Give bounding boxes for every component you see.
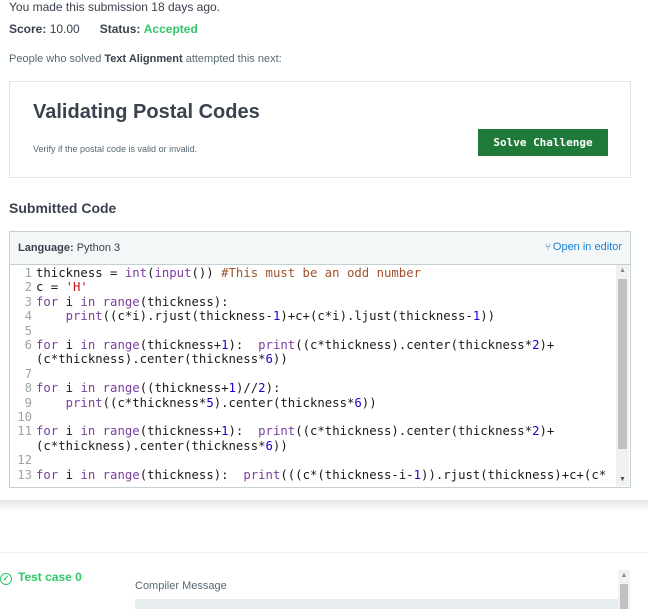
code-line: 9 print((c*thickness*5).center(thickness… [12, 396, 616, 410]
code-line-text: c = 'H' [36, 280, 88, 295]
line-number: 6 [24, 338, 32, 353]
code-line-text: print((c*thickness*5).center(thickness*6… [65, 395, 377, 410]
branch-icon: ⑂ [544, 242, 551, 253]
code-line: 7 [12, 367, 616, 381]
code-line: 13 for i in range(thickness): print(((c*(… [12, 468, 616, 482]
code-line-text: print((c*i).rjust(thickness-1)+c+(c*i).l… [65, 309, 496, 324]
solve-challenge-button[interactable]: Solve Challenge [478, 129, 608, 156]
line-number: 10 [17, 410, 32, 425]
code-viewer-header: Language: Python 3 ⑂ Open in editor [10, 232, 630, 265]
code-line: 8 for i in range((thickness+1)//2): [12, 381, 616, 395]
next-prefix: People who solved [9, 53, 102, 65]
code-line: (thickness-i-1)).ljust(thickness)).rjust… [12, 482, 616, 483]
code-line-text: for i in range(thickness): print(((c*(th… [36, 467, 607, 482]
line-number: 2 [24, 280, 32, 295]
open-in-editor-link[interactable]: ⑂ Open in editor [545, 241, 622, 253]
code-line: 10 [12, 410, 616, 424]
code-scrollbar[interactable]: ▲ ▼ [616, 265, 629, 486]
code-area[interactable]: 1 thickness = int(input()) #This must be … [12, 266, 616, 483]
open-in-editor-label: Open in editor [552, 241, 622, 253]
code-line: 3 for i in range(thickness): [12, 295, 616, 309]
code-line: 5 [12, 324, 616, 338]
submitted-code-heading: Submitted Code [9, 200, 117, 216]
compiler-message-label: Compiler Message [135, 580, 227, 592]
code-line-text: (thickness-i-1)).ljust(thickness)).rjust… [36, 482, 436, 483]
line-number: 4 [24, 309, 32, 324]
line-number: 9 [24, 395, 32, 410]
line-number: 3 [24, 294, 32, 309]
line-number: 7 [24, 366, 32, 381]
score-value: 10.00 [49, 22, 80, 36]
section-divider [0, 500, 648, 512]
scroll-thumb[interactable] [620, 584, 628, 609]
code-line: 2 c = 'H' [12, 280, 616, 294]
code-line: 12 [12, 453, 616, 467]
code-line: 1 thickness = int(input()) #This must be … [12, 266, 616, 280]
scroll-up-arrow-icon[interactable]: ▲ [616, 265, 629, 277]
code-line: (c*thickness).center(thickness*6)) [12, 439, 616, 453]
test-results-panel: ✓ Test case 0 Compiler Message ▲ [0, 552, 648, 609]
score-line: Score: 10.00 Status: Accepted [9, 22, 198, 36]
language-value: Python 3 [76, 242, 121, 254]
language-label-text: Language: [18, 242, 74, 254]
challenge-title[interactable]: Validating Postal Codes [33, 101, 260, 124]
next-suffix: attempted this next: [185, 53, 282, 65]
code-viewer: Language: Python 3 ⑂ Open in editor 1 thic… [9, 231, 631, 488]
solved-challenge-name: Text Alignment [104, 53, 183, 65]
line-number: 11 [17, 424, 32, 439]
line-number: 5 [24, 323, 32, 338]
scroll-up-arrow-icon[interactable]: ▲ [618, 570, 630, 582]
line-number: 12 [17, 453, 32, 468]
code-line: (c*thickness).center(thickness*6)) [12, 352, 616, 366]
code-line-text: (c*thickness).center(thickness*6)) [36, 438, 288, 453]
language-label: Language: Python 3 [18, 242, 120, 254]
line-number: 13 [17, 467, 32, 482]
scroll-thumb[interactable] [618, 279, 627, 449]
scroll-down-arrow-icon[interactable]: ▼ [616, 474, 629, 486]
status-value: Accepted [143, 22, 198, 36]
challenge-card: Validating Postal Codes Verify if the po… [9, 81, 631, 178]
code-line-text: for i in range(thickness): [36, 294, 229, 309]
next-challenge-intro: People who solved Text Alignment attempt… [9, 53, 282, 65]
line-number [12, 352, 36, 366]
submission-time: You made this submission 18 days ago. [9, 0, 221, 14]
line-number: 8 [24, 381, 32, 396]
check-circle-icon: ✓ [0, 573, 12, 585]
test-case-tab[interactable]: ✓ Test case 0 [0, 570, 82, 585]
code-line-text: for i in range(thickness+1): print((c*th… [36, 338, 555, 353]
line-number [12, 439, 36, 453]
code-line: 4 print((c*i).rjust(thickness-1)+c+(c*i)… [12, 309, 616, 323]
code-line: 6 for i in range(thickness+1): print((c*t… [12, 338, 616, 352]
code-line: 11 for i in range(thickness+1): print((c*… [12, 424, 616, 438]
challenge-description: Verify if the postal code is valid or in… [33, 144, 198, 154]
line-number: 1 [24, 266, 32, 280]
test-case-label: Test case 0 [18, 570, 82, 584]
status-label: Status: [99, 22, 141, 36]
code-line-text: (c*thickness).center(thickness*6)) [36, 352, 288, 367]
code-line-text: for i in range((thickness+1)//2): [36, 381, 281, 396]
line-number [12, 482, 36, 483]
results-scrollbar[interactable]: ▲ [618, 570, 630, 609]
code-line-text: for i in range(thickness+1): print((c*th… [36, 424, 555, 439]
score-label: Score: [9, 22, 47, 36]
code-line-text: thickness = int(input()) #This must be a… [36, 266, 422, 280]
